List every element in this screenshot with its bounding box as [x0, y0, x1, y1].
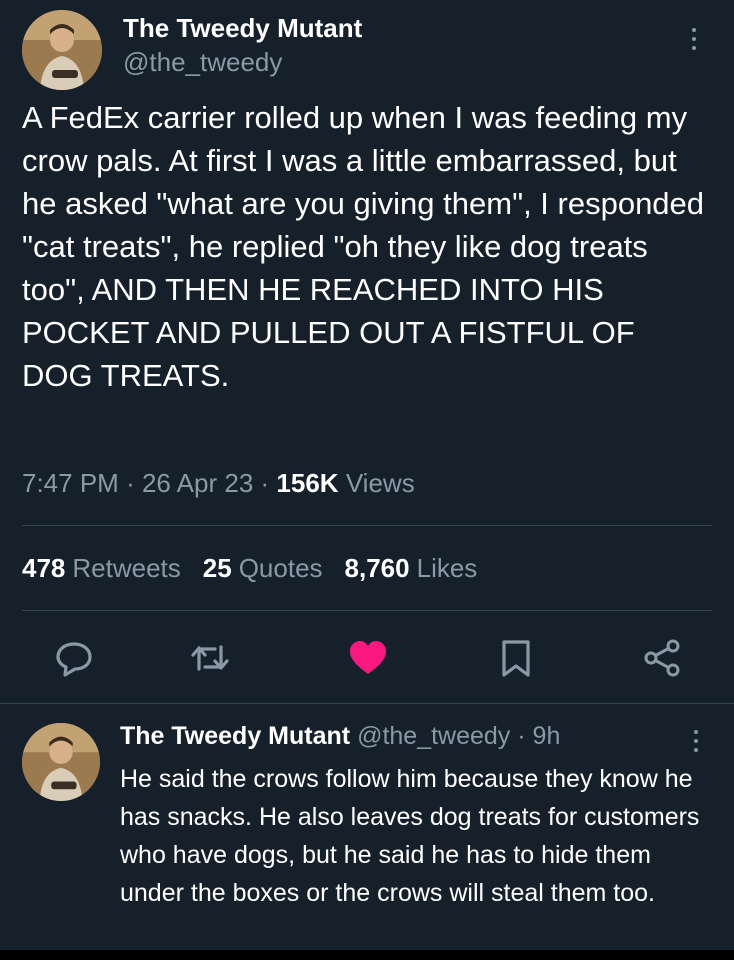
retweets-count: 478 — [22, 553, 66, 583]
divider — [0, 703, 734, 704]
likes-label: Likes — [416, 553, 478, 583]
divider — [22, 610, 712, 611]
retweet-icon — [191, 645, 229, 671]
engagement-stats: 478 Retweets 25 Quotes 8,760 Likes — [22, 553, 477, 584]
reply-author-handle[interactable]: @the_tweedy — [357, 722, 510, 750]
reply-author-avatar[interactable] — [22, 723, 100, 801]
views-label: Views — [345, 468, 415, 498]
likes-stat[interactable]: 8,760 Likes — [345, 553, 478, 584]
meta-separator: · — [126, 468, 135, 498]
bookmark-icon — [502, 640, 530, 677]
heart-icon — [350, 641, 386, 674]
tweet-meta: 7:47 PM · 26 Apr 23 · 156K Views — [22, 468, 415, 499]
bottom-edge — [0, 950, 734, 960]
author-avatar[interactable] — [22, 10, 102, 90]
retweets-stat[interactable]: 478 Retweets — [22, 553, 181, 584]
tweet-date[interactable]: 26 Apr 23 — [142, 468, 253, 498]
reply-text: He said the crows follow him because the… — [120, 765, 700, 907]
tweet-time[interactable]: 7:47 PM — [22, 468, 119, 498]
reply-button[interactable] — [52, 636, 96, 680]
retweet-button[interactable] — [188, 636, 232, 680]
more-options-icon[interactable] — [691, 28, 697, 50]
reply-author-name[interactable]: The Tweedy Mutant — [120, 722, 350, 750]
bookmark-button[interactable] — [494, 636, 538, 680]
reply-header: The Tweedy Mutant @the_tweedy · 9h — [120, 722, 560, 751]
retweets-label: Retweets — [72, 553, 181, 583]
reply-separator: · — [517, 722, 526, 750]
reply-more-options-icon[interactable] — [693, 730, 699, 752]
avatar-photo-icon — [22, 10, 102, 90]
quotes-label: Quotes — [238, 553, 323, 583]
quotes-stat[interactable]: 25 Quotes — [203, 553, 323, 584]
likes-count: 8,760 — [344, 553, 410, 583]
author-handle[interactable]: @the_tweedy — [123, 47, 282, 78]
meta-separator: · — [260, 468, 270, 498]
avatar-photo-icon — [22, 723, 100, 801]
divider — [22, 525, 712, 526]
reply-age[interactable]: 9h — [533, 722, 561, 750]
author-name[interactable]: The Tweedy Mutant — [123, 13, 362, 44]
speech-bubble-icon — [56, 642, 92, 677]
share-icon — [644, 639, 680, 677]
quotes-count: 25 — [202, 553, 232, 583]
tweet-text: A FedEx carrier rolled up when I was fee… — [22, 100, 705, 393]
share-button[interactable] — [640, 636, 684, 680]
views-count: 156K — [276, 468, 339, 498]
like-button[interactable] — [346, 636, 390, 680]
